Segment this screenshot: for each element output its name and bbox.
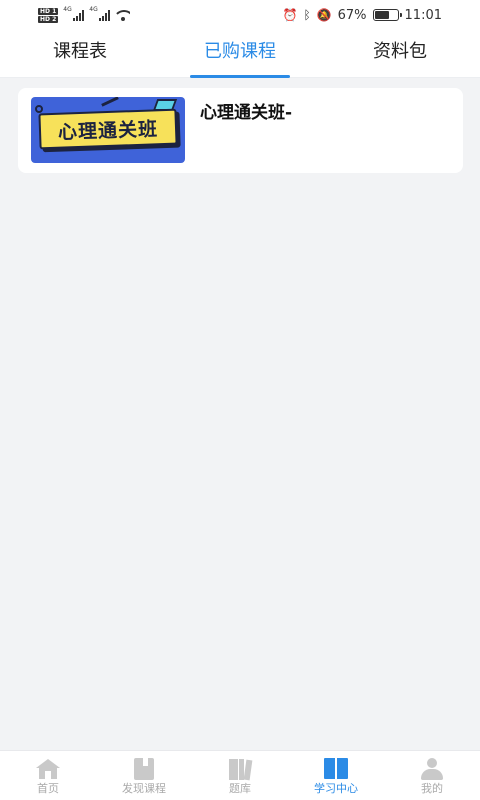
tab-bar: 课程表 已购课程 资料包 (0, 30, 480, 78)
hd1-badge: HD 1 (38, 7, 59, 15)
question-bank-icon (227, 758, 253, 781)
tab-materials-label: 资料包 (373, 41, 427, 62)
home-icon (35, 758, 61, 780)
signal-2-icon: 4G (89, 6, 111, 21)
tab-purchased-courses[interactable]: 已购课程 (190, 30, 290, 78)
course-thumbnail: 心理通关班 (31, 97, 185, 163)
nav-discover-courses[interactable]: 发现课程 (96, 751, 192, 800)
pencil-icon (101, 97, 119, 107)
course-title: 心理通关班- (200, 103, 293, 123)
nav-home-label: 首页 (37, 782, 59, 795)
thumbnail-banner: 心理通关班 (38, 108, 178, 150)
alarm-icon: ⏰ (282, 8, 298, 22)
nav-study-center[interactable]: 学习中心 (288, 751, 384, 800)
hd-indicators: HD 1 HD 2 (38, 7, 59, 23)
battery-fill (374, 11, 390, 19)
tab-schedule[interactable]: 课程表 (40, 30, 120, 78)
tab-purchased-courses-label: 已购课程 (204, 41, 276, 62)
wifi-icon (116, 9, 131, 21)
course-card[interactable]: 心理通关班 心理通关班- (18, 88, 463, 173)
active-tab-indicator (190, 75, 290, 78)
nav-question-bank[interactable]: 题库 (192, 751, 288, 800)
status-bar: HD 1 HD 2 4G 4G ⏰ ᛒ 🔕 67% 11:01 (0, 0, 480, 30)
nav-study-center-label: 学习中心 (314, 782, 358, 795)
battery-icon (372, 9, 402, 21)
status-right: ⏰ ᛒ 🔕 67% 11:01 (283, 8, 442, 23)
open-book-icon (323, 758, 349, 780)
network-type-1: 4G (63, 6, 72, 13)
battery-percent: 67% (337, 7, 367, 23)
network-type-2: 4G (89, 6, 98, 13)
bottom-nav: 首页 发现课程 题库 学习中心 我的 (0, 750, 480, 800)
hd2-badge: HD 2 (38, 15, 59, 23)
nav-home[interactable]: 首页 (0, 751, 96, 800)
tab-schedule-label: 课程表 (53, 41, 107, 62)
nav-question-bank-label: 题库 (229, 782, 251, 795)
pin-icon (35, 105, 43, 113)
mute-icon: 🔕 (316, 8, 332, 22)
tab-materials[interactable]: 资料包 (360, 30, 440, 78)
signal-1-icon: 4G (63, 6, 85, 21)
profile-icon (419, 758, 445, 780)
book-icon (131, 758, 157, 780)
nav-me-label: 我的 (421, 782, 443, 795)
bluetooth-icon: ᛒ (303, 8, 311, 22)
status-left: HD 1 HD 2 4G 4G (38, 6, 131, 23)
nav-discover-courses-label: 发现课程 (122, 782, 166, 795)
clock: 11:01 (404, 7, 442, 23)
nav-me[interactable]: 我的 (384, 751, 480, 800)
